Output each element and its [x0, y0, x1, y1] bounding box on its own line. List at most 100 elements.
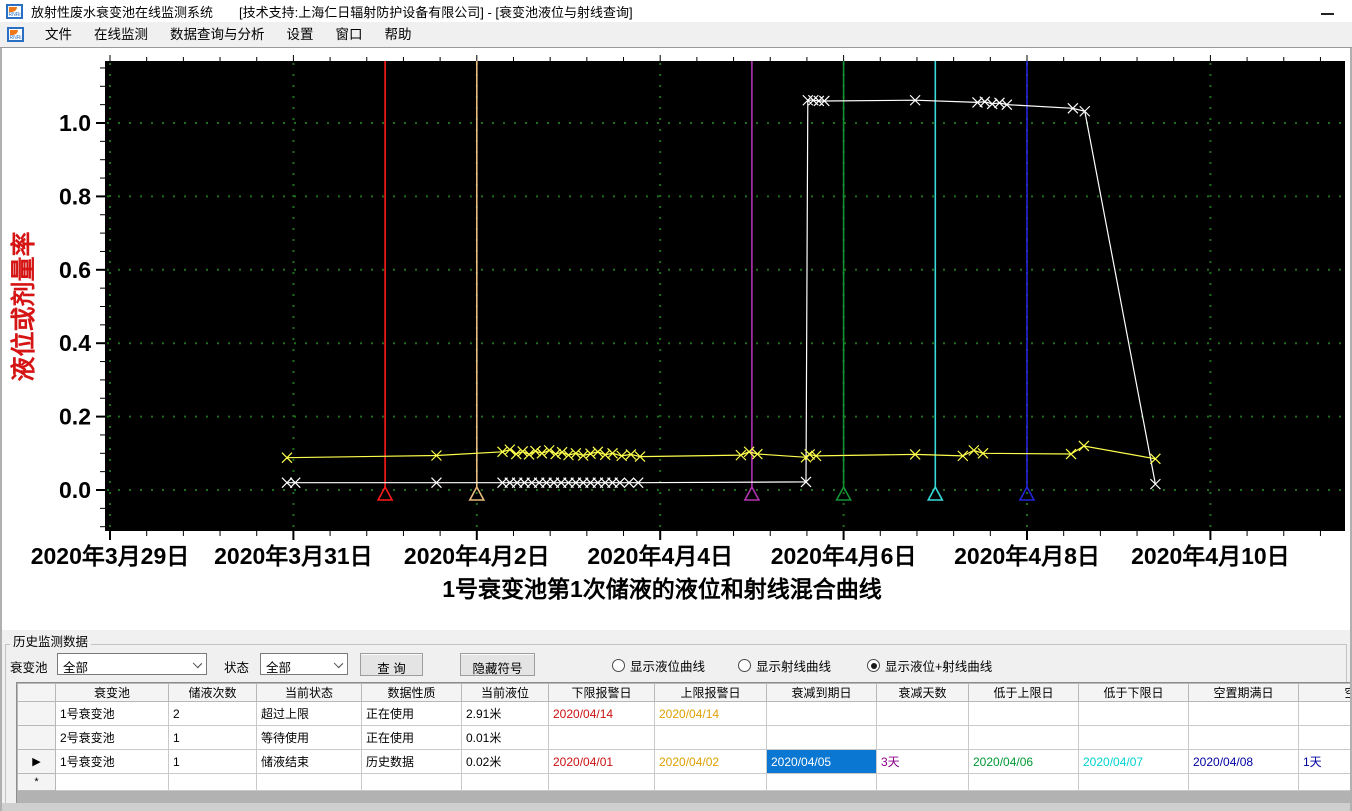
menu-item-0[interactable]: 文件: [34, 27, 83, 42]
table-cell[interactable]: [1188, 773, 1299, 791]
column-header-5[interactable]: 下限报警日: [548, 683, 655, 702]
column-header-11[interactable]: 空置期满日: [1188, 683, 1299, 702]
table-cell[interactable]: 2: [168, 701, 257, 726]
table-cell[interactable]: 储液结束: [256, 749, 362, 774]
table-cell[interactable]: [461, 773, 549, 791]
table-cell[interactable]: [1188, 701, 1299, 726]
table-cell[interactable]: 1: [168, 725, 257, 750]
history-table-area: 衰变池 储液次数 当前状态 数据性质 当前液位 下限报警日 上限报警日 衰减到期日 衰减天数 低于…: [16, 682, 1350, 803]
status-filter-select[interactable]: 全部: [260, 653, 348, 675]
column-header-7[interactable]: 衰减到期日: [766, 683, 877, 702]
table-cell[interactable]: 正在使用: [361, 701, 462, 726]
table-cell[interactable]: [55, 773, 169, 791]
window-title-support: [技术支持:上海仁日辐射防护设备有限公司] - [衰变池液位与射线查询]: [239, 4, 633, 20]
table-cell[interactable]: [766, 725, 877, 750]
table-cell[interactable]: 0.01米: [461, 725, 549, 750]
table-cell[interactable]: 2020/04/08: [1188, 749, 1299, 774]
table-cell[interactable]: [548, 725, 655, 750]
table-cell[interactable]: 等待使用: [256, 725, 362, 750]
table-cell[interactable]: [1298, 725, 1350, 750]
table-cell[interactable]: [361, 773, 462, 791]
table-cell[interactable]: 1天: [1298, 749, 1350, 774]
column-header-6[interactable]: 上限报警日: [654, 683, 767, 702]
table-cell[interactable]: 2020/04/01: [548, 749, 655, 774]
table-cell[interactable]: 2020/04/06: [968, 749, 1079, 774]
column-header-2[interactable]: 当前状态: [256, 683, 362, 702]
table-cell[interactable]: 2020/04/02: [654, 749, 767, 774]
table-cell[interactable]: [968, 725, 1079, 750]
current-row-indicator[interactable]: ▶: [17, 749, 56, 774]
menu-bar: 文件在线监测数据查询与分析设置窗口帮助: [0, 22, 1352, 48]
chevron-down-icon: [192, 658, 203, 669]
table-row: 2号衰变池 1 等待使用 正在使用 0.01米: [17, 725, 1350, 750]
table-cell[interactable]: [876, 773, 969, 791]
radio-label: 显示液位曲线: [630, 660, 706, 674]
query-button[interactable]: 查 询: [360, 653, 423, 676]
table-cell[interactable]: 2.91米: [461, 701, 549, 726]
table-cell[interactable]: 超过上限: [256, 701, 362, 726]
table-cell[interactable]: 1号衰变池: [55, 701, 169, 726]
mixed-curve-chart: 0.0 0.2 0.4 0.6 0.8 1.0 2020年3月29日 2020年3月31日 20…: [9, 55, 1345, 602]
radio-label: 显示射线曲线: [756, 660, 832, 674]
menu-item-2[interactable]: 数据查询与分析: [159, 27, 276, 42]
column-header-9[interactable]: 低于上限日: [968, 683, 1079, 702]
table-cell[interactable]: [654, 773, 767, 791]
row-selector-header: [17, 683, 56, 702]
column-header-4[interactable]: 当前液位: [461, 683, 549, 702]
table-cell[interactable]: [654, 725, 767, 750]
radio-curve-mode-1[interactable]: 显示射线曲线: [738, 656, 831, 675]
table-cell[interactable]: [876, 701, 969, 726]
table-cell[interactable]: [766, 701, 877, 726]
table-cell[interactable]: [968, 773, 1079, 791]
column-header-12[interactable]: 空置天数: [1298, 683, 1350, 702]
column-header-0[interactable]: 衰变池: [55, 683, 169, 702]
svg-text:2020年4月4日: 2020年4月4日: [587, 543, 733, 569]
selected-cell[interactable]: 2020/04/05: [766, 749, 877, 774]
table-cell[interactable]: [1188, 725, 1299, 750]
plot-area: [105, 61, 1345, 531]
table-row: ▶ 1号衰变池 1 储液结束 历史数据 0.02米 2020/04/01 2020/04/02…: [17, 749, 1350, 774]
chart-panel: 0.0 0.2 0.4 0.6 0.8 1.0 2020年3月29日 2020年3月31日 20…: [0, 48, 1352, 630]
table-cell[interactable]: [1078, 701, 1189, 726]
table-cell[interactable]: 2020/04/07: [1078, 749, 1189, 774]
column-header-1[interactable]: 储液次数: [168, 683, 257, 702]
table-cell[interactable]: 1: [168, 749, 257, 774]
window-title-app: 放射性废水衰变池在线监测系统: [31, 4, 214, 20]
radio-curve-mode-2[interactable]: 显示液位+射线曲线: [867, 656, 992, 675]
table-cell[interactable]: 3天: [876, 749, 969, 774]
menu-item-3[interactable]: 设置: [276, 27, 325, 42]
table-cell[interactable]: [766, 773, 877, 791]
column-header-8[interactable]: 衰减天数: [876, 683, 969, 702]
column-header-3[interactable]: 数据性质: [361, 683, 462, 702]
menu-item-5[interactable]: 帮助: [374, 27, 423, 42]
hide-symbols-button[interactable]: 隐藏符号: [460, 653, 535, 676]
table-cell[interactable]: [256, 773, 362, 791]
table-cell[interactable]: [548, 773, 655, 791]
menu-item-1[interactable]: 在线监测: [83, 27, 159, 42]
table-cell[interactable]: 2号衰变池: [55, 725, 169, 750]
table-cell[interactable]: [1298, 701, 1350, 726]
table-cell[interactable]: 2020/04/14: [548, 701, 655, 726]
row-selector[interactable]: [17, 725, 56, 750]
table-cell[interactable]: [1078, 725, 1189, 750]
column-header-10[interactable]: 低于下限日: [1078, 683, 1189, 702]
status-filter-label: 状态: [224, 661, 250, 675]
table-cell[interactable]: 1号衰变池: [55, 749, 169, 774]
table-cell[interactable]: 正在使用: [361, 725, 462, 750]
table-cell[interactable]: [168, 773, 257, 791]
table-cell[interactable]: 2020/04/14: [654, 701, 767, 726]
history-data-panel: 历史监测数据 衰变池 全部 状态 全部 查 询 隐藏符号 显示液位曲线 显示射线曲…: [0, 630, 1352, 811]
new-row-indicator[interactable]: *: [17, 773, 56, 791]
table-cell[interactable]: 0.02米: [461, 749, 549, 774]
row-selector[interactable]: [17, 701, 56, 726]
minimize-icon[interactable]: [1321, 5, 1334, 15]
radio-curve-mode-0[interactable]: 显示液位曲线: [612, 656, 705, 675]
table-cell[interactable]: [1298, 773, 1350, 791]
svg-text:2020年4月6日: 2020年4月6日: [771, 543, 917, 569]
table-cell[interactable]: 历史数据: [361, 749, 462, 774]
table-cell[interactable]: [968, 701, 1079, 726]
pool-filter-select[interactable]: 全部: [57, 653, 207, 675]
table-cell[interactable]: [876, 725, 969, 750]
table-cell[interactable]: [1078, 773, 1189, 791]
menu-item-4[interactable]: 窗口: [325, 27, 374, 42]
